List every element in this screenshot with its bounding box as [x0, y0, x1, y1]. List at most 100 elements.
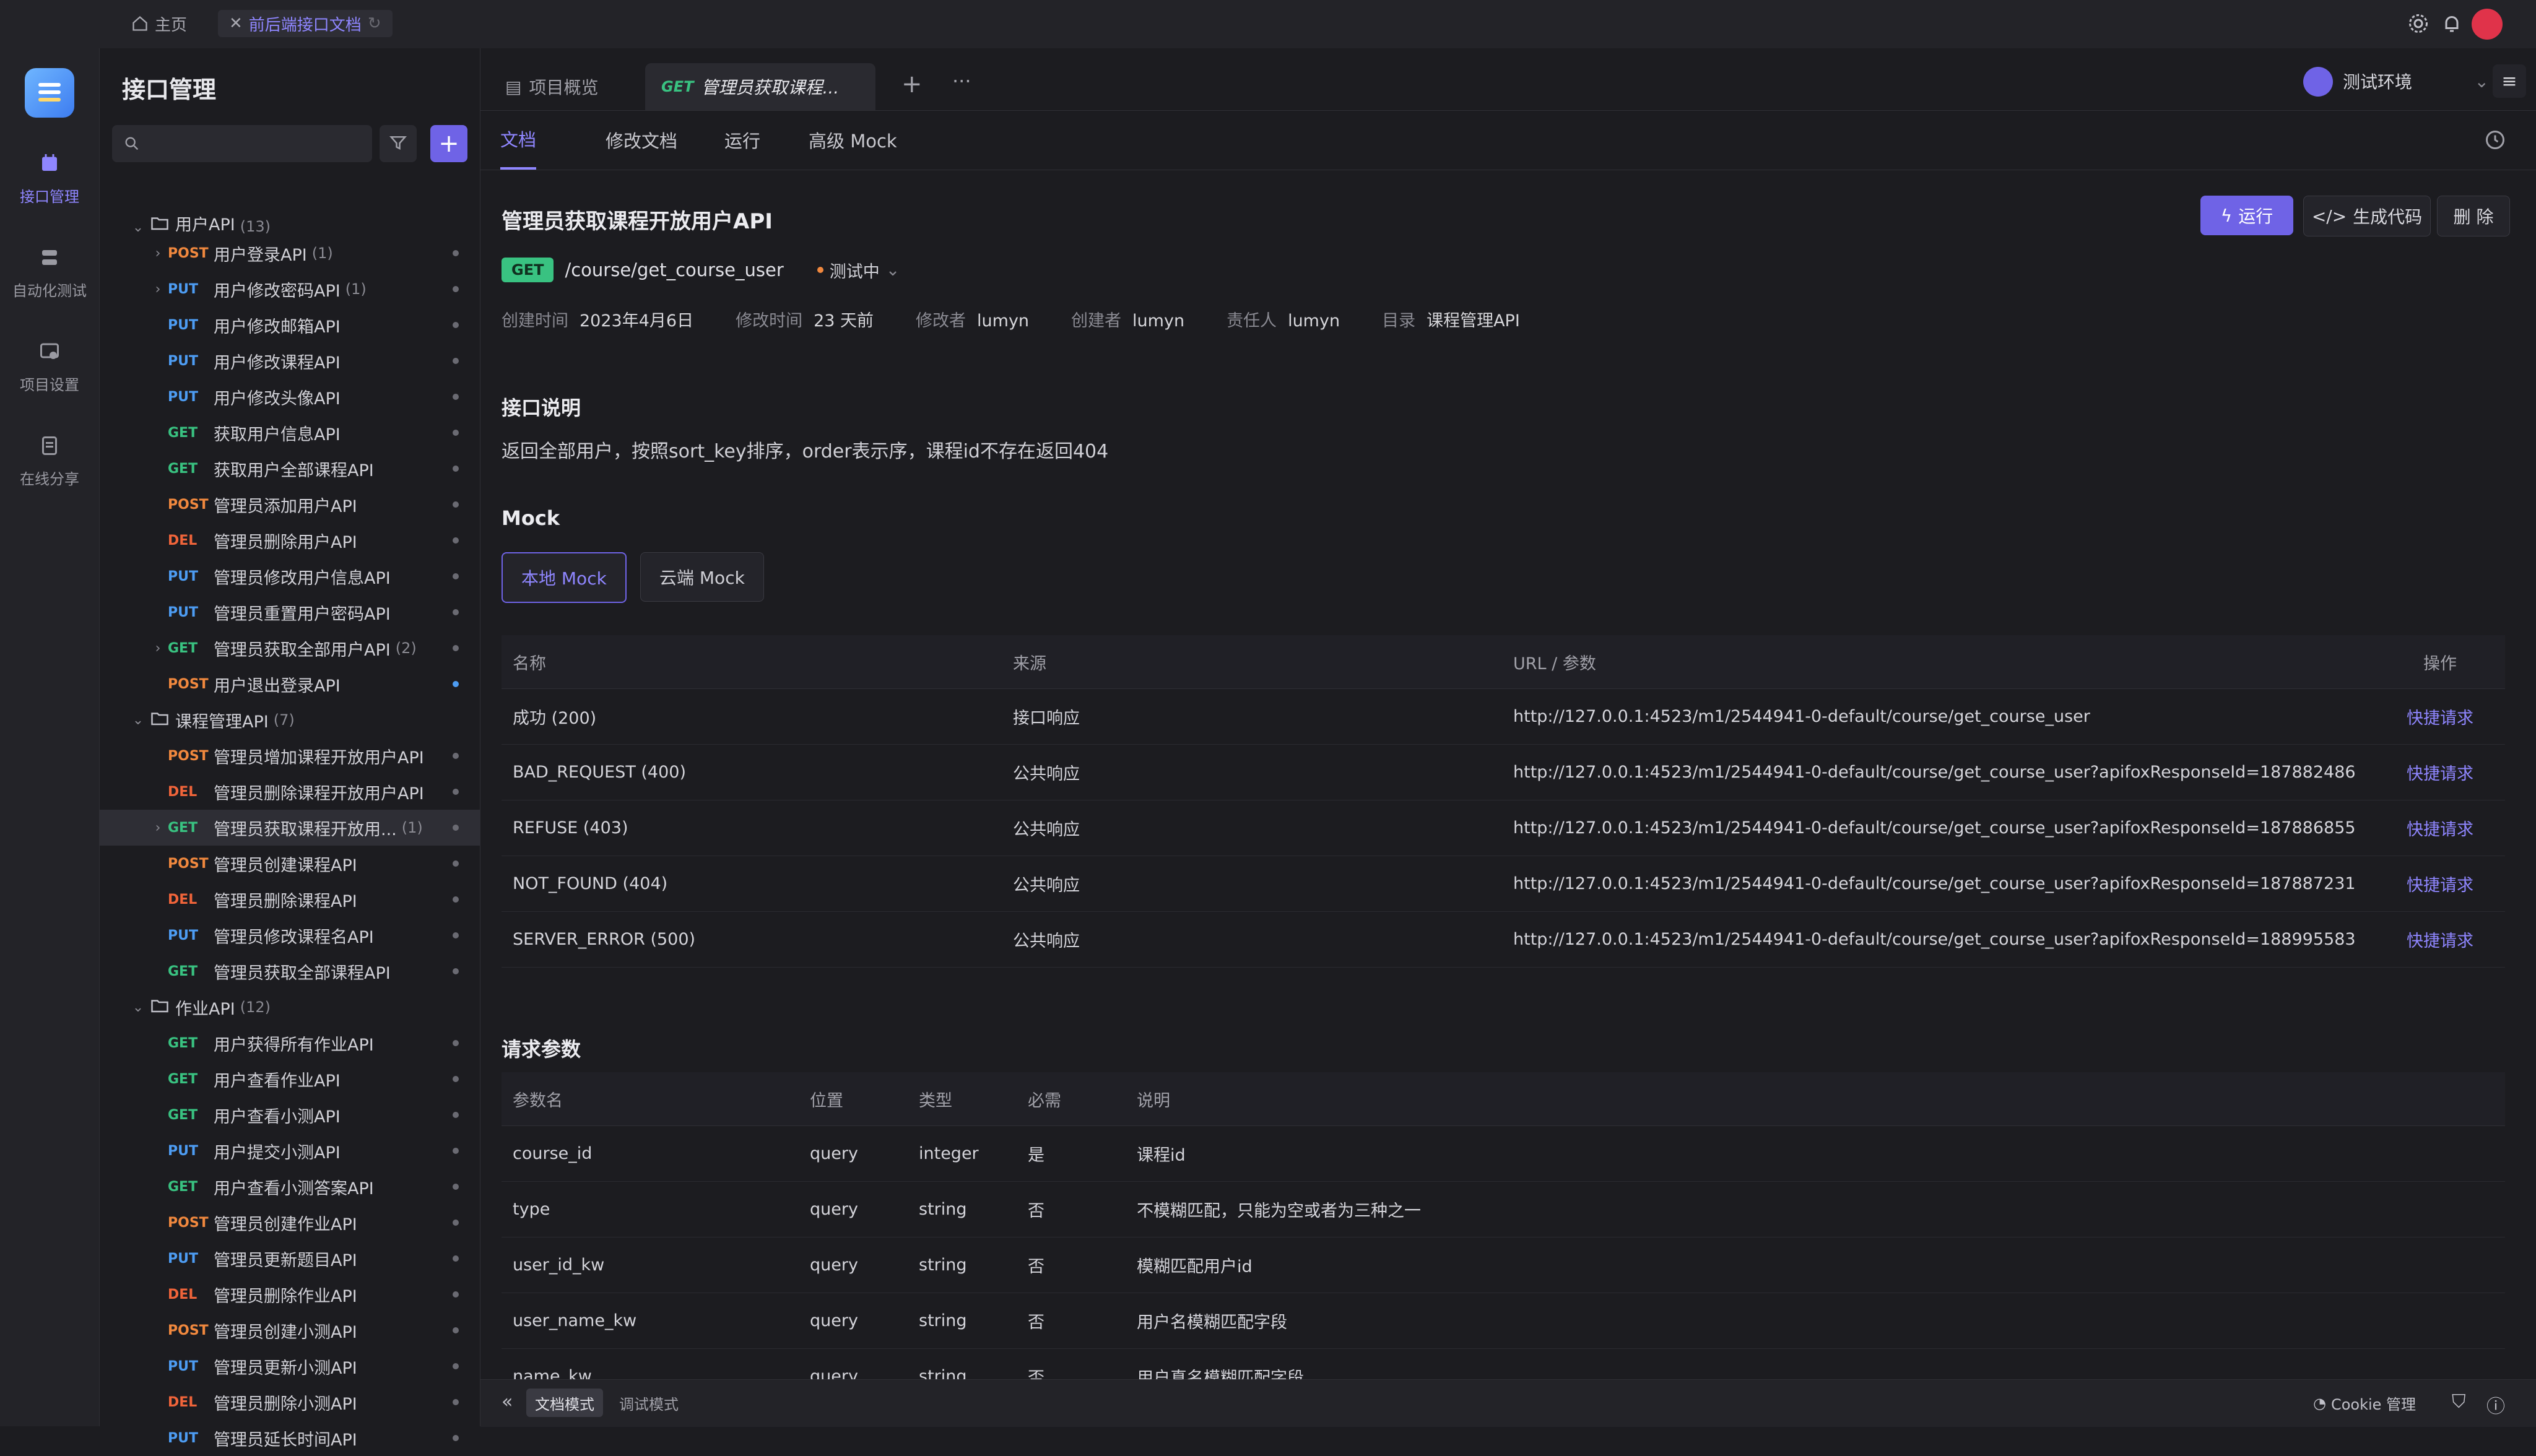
api-row[interactable]: GET 获取用户全部课程API	[100, 451, 480, 487]
api-row[interactable]: › GET 管理员获取课程开放用... (1)	[100, 810, 480, 846]
status-dot	[453, 1148, 459, 1154]
api-row[interactable]: GET 用户查看小测API	[100, 1097, 480, 1133]
api-label: 管理员获取课程开放用...	[214, 820, 397, 839]
cookie-label: Cookie 管理	[2330, 1396, 2417, 1413]
quick-request-link[interactable]: 快捷请求	[2375, 800, 2505, 856]
api-row[interactable]: POST 用户退出登录API	[100, 666, 480, 702]
api-row[interactable]: POST 管理员增加课程开放用户API	[100, 738, 480, 774]
tab-active-api[interactable]: GET 管理员获取课程...	[645, 63, 875, 110]
chevron-right-icon[interactable]: ›	[148, 282, 168, 297]
api-row[interactable]: › PUT 用户修改密码API (1)	[100, 271, 480, 307]
run-button[interactable]: ϟ 运行	[2200, 196, 2293, 235]
status-dot	[453, 1184, 459, 1190]
tab-advanced-mock[interactable]: 高级 Mock	[809, 110, 897, 170]
api-row[interactable]: POST 管理员创建作业API	[100, 1205, 480, 1241]
api-row[interactable]: DEL 管理员删除课程开放用户API	[100, 774, 480, 810]
api-row[interactable]: PUT 管理员更新小测API	[100, 1348, 480, 1384]
avatar[interactable]	[2472, 9, 2503, 40]
api-row[interactable]: PUT 管理员修改用户信息API	[100, 558, 480, 594]
mock-row: REFUSE (403) 公共响应 http://127.0.0.1:4523/m1…	[502, 800, 2505, 856]
quick-request-link[interactable]: 快捷请求	[2375, 911, 2505, 968]
method-label: DEL	[168, 891, 198, 908]
api-row[interactable]: PUT 管理员修改课程名API	[100, 917, 480, 953]
home-tab[interactable]: 主页	[131, 10, 187, 37]
help-icon[interactable]: ⓘ	[2486, 1391, 2505, 1418]
status-dot	[453, 573, 459, 579]
api-row[interactable]: DEL 管理员删除作业API	[100, 1276, 480, 1312]
chevron-right-icon[interactable]: ›	[148, 246, 168, 261]
mock-cell: REFUSE (403)	[502, 800, 1002, 856]
api-count: (1)	[311, 245, 333, 262]
param-cell: string	[908, 1237, 1017, 1293]
api-row[interactable]: GET 用户查看作业API	[100, 1061, 480, 1097]
chevron-down-icon[interactable]: ⌄	[128, 220, 148, 235]
api-row[interactable]: GET 管理员获取全部课程API	[100, 953, 480, 989]
filter-button[interactable]	[380, 125, 417, 162]
folder-row[interactable]: ⌄ 用户API (13)	[100, 217, 480, 235]
api-row[interactable]: GET 获取用户信息API	[100, 415, 480, 451]
env-select[interactable]: 测试环境 ⌄	[2343, 62, 2489, 100]
doc-mode-button[interactable]: 文档模式	[526, 1389, 603, 1417]
api-row[interactable]: DEL 管理员删除课程API	[100, 882, 480, 917]
tab-run[interactable]: 运行	[724, 110, 760, 170]
api-row[interactable]: POST 管理员创建小测API	[100, 1312, 480, 1348]
rail-item-api[interactable]: 接口管理	[0, 152, 99, 206]
api-row[interactable]: PUT 管理员重置用户密码API	[100, 594, 480, 630]
tab-overview[interactable]: ▤ 项目概览	[489, 63, 614, 110]
api-label: 管理员删除课程开放用户API	[214, 784, 424, 804]
api-row[interactable]: PUT 用户提交小测API	[100, 1133, 480, 1169]
api-row[interactable]: PUT 用户修改课程API	[100, 343, 480, 379]
api-row[interactable]: GET 用户查看小测答案API	[100, 1169, 480, 1205]
api-row[interactable]: POST 管理员创建课程API	[100, 846, 480, 882]
quick-request-link[interactable]: 快捷请求	[2375, 688, 2505, 745]
mock-cell: NOT_FOUND (404)	[502, 856, 1002, 912]
api-row[interactable]: DEL 管理员删除小测API	[100, 1384, 480, 1420]
debug-mode-button[interactable]: 调试模式	[610, 1389, 687, 1417]
quick-request-link[interactable]: 快捷请求	[2375, 744, 2505, 800]
api-row[interactable]: PUT 用户修改邮箱API	[100, 307, 480, 343]
chevron-right-icon[interactable]: ›	[148, 641, 168, 656]
api-label: 用户修改邮箱API	[214, 317, 341, 337]
collapse-icon[interactable]: «	[502, 1391, 513, 1413]
api-row[interactable]: POST 管理员添加用户API	[100, 487, 480, 522]
tab-local-mock[interactable]: 本地 Mock	[502, 552, 627, 603]
param-cell: query	[799, 1237, 908, 1293]
close-icon[interactable]: ✕	[229, 14, 243, 33]
shirt-icon[interactable]: ⛉	[2452, 1391, 2466, 1413]
tab-edit-doc[interactable]: 修改文档	[606, 110, 677, 170]
api-row[interactable]: DEL 管理员删除用户API	[100, 522, 480, 558]
tab-doc[interactable]: 文档	[500, 110, 537, 170]
api-label: 管理员修改用户信息API	[214, 568, 391, 588]
generate-code-button[interactable]: </> 生成代码	[2303, 196, 2431, 236]
menu-button[interactable]: ≡	[2493, 64, 2526, 98]
status-dot	[453, 1220, 459, 1226]
rail-item-automation[interactable]: 自动化测试	[0, 246, 99, 300]
doc-tab[interactable]: ✕ 前后端接口文档 ↻	[218, 10, 393, 37]
status-select[interactable]: 测试中 ⌄	[817, 258, 900, 282]
chevron-right-icon[interactable]: ›	[148, 820, 168, 836]
cookie-button[interactable]: ◔ Cookie 管理	[2313, 1392, 2416, 1414]
tab-cloud-mock[interactable]: 云端 Mock	[640, 552, 764, 602]
quick-request-link[interactable]: 快捷请求	[2375, 856, 2505, 912]
chevron-down-icon[interactable]: ⌄	[128, 713, 148, 728]
bell-icon[interactable]	[2441, 12, 2463, 37]
chevron-down-icon[interactable]: ⌄	[128, 1000, 148, 1015]
new-tab-button[interactable]: +	[901, 72, 923, 97]
api-row[interactable]: PUT 管理员更新题目API	[100, 1241, 480, 1276]
api-label: 管理员删除课程API	[214, 891, 357, 911]
history-icon[interactable]	[2484, 129, 2506, 154]
rail-item-settings[interactable]: 项目设置	[0, 340, 99, 394]
api-row[interactable]: PUT 用户修改头像API	[100, 379, 480, 415]
api-row[interactable]: › GET 管理员获取全部用户API (2)	[100, 630, 480, 666]
rail-item-share[interactable]: 在线分享	[0, 435, 99, 488]
folder-row[interactable]: ⌄ 课程管理API (7)	[100, 702, 480, 738]
delete-button[interactable]: 删 除	[2437, 196, 2510, 236]
api-row[interactable]: GET 用户获得所有作业API	[100, 1025, 480, 1061]
api-row[interactable]: PUT 管理员延长时间API	[100, 1420, 480, 1456]
folder-row[interactable]: ⌄ 作业API (12)	[100, 989, 480, 1025]
more-icon[interactable]: ···	[952, 69, 971, 93]
search-input[interactable]	[112, 125, 372, 162]
add-button[interactable]: +	[430, 125, 467, 162]
api-row[interactable]: › POST 用户登录API (1)	[100, 235, 480, 271]
gear-icon[interactable]	[2407, 12, 2430, 37]
